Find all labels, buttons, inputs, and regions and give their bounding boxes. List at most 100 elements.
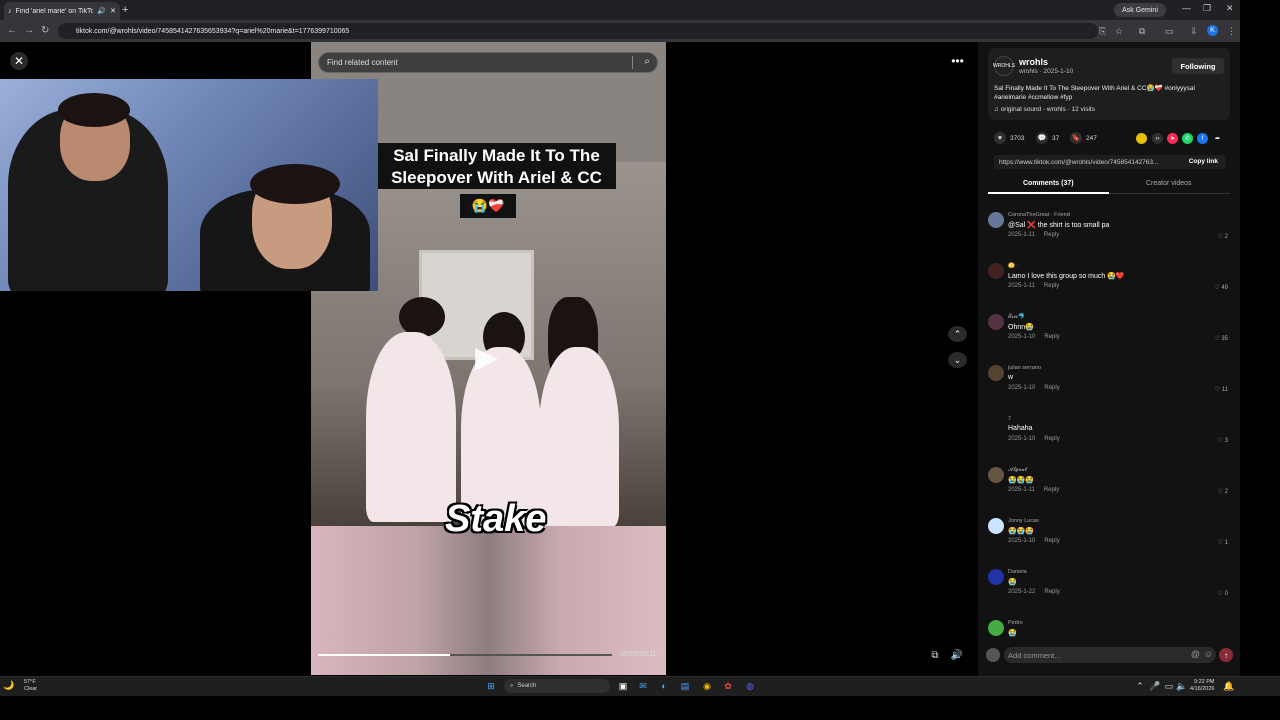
comment-avatar[interactable] xyxy=(988,212,1004,228)
search-icon[interactable]: ⌕ xyxy=(644,56,650,67)
store-icon[interactable]: ▤ xyxy=(678,679,692,693)
related-search-input[interactable]: Find related content ⌕ xyxy=(318,52,658,73)
reply-button[interactable]: Reply xyxy=(1044,436,1059,442)
discord-icon[interactable]: ◍ xyxy=(743,679,757,693)
new-tab-button[interactable]: + xyxy=(122,4,128,16)
emoji-icon[interactable]: ☺ xyxy=(1204,649,1213,659)
embed-icon[interactable]: ‹› xyxy=(1152,133,1163,144)
reply-button[interactable]: Reply xyxy=(1044,589,1059,595)
comment-like[interactable]: ♡ 49 xyxy=(1214,284,1228,291)
comment-avatar[interactable] xyxy=(988,467,1004,483)
pip-icon[interactable]: ⧉ xyxy=(928,648,942,662)
add-comment-input[interactable]: Add comment... @ ☺ xyxy=(1004,647,1216,663)
taskbar-clock[interactable]: 9:22 PM 4/16/2026 xyxy=(1190,679,1214,693)
comment-user[interactable]: 7 xyxy=(1008,416,1011,422)
minimize-icon[interactable]: — xyxy=(1182,3,1191,13)
profile-avatar[interactable]: K xyxy=(1207,25,1218,36)
comment-like[interactable]: ♡ 35 xyxy=(1214,335,1228,342)
comment-user[interactable]: Daniela xyxy=(1008,569,1027,575)
browser-tab[interactable]: ♪ Find 'ariel marie' on TikTok 🔊 ✕ xyxy=(4,2,120,20)
back-icon[interactable]: ← xyxy=(7,25,17,36)
reply-button[interactable]: Reply xyxy=(1044,334,1059,340)
comment-user[interactable]: Pedro xyxy=(1008,620,1023,626)
tab-close-icon[interactable]: ✕ xyxy=(110,7,116,15)
send-icon[interactable]: ➤ xyxy=(1167,133,1178,144)
comment-avatar[interactable] xyxy=(988,263,1004,279)
reload-icon[interactable]: ↻ xyxy=(41,25,49,36)
mail-icon[interactable]: ✉ xyxy=(636,679,650,693)
facebook-icon[interactable]: f xyxy=(1197,133,1208,144)
app-icon[interactable]: ✿ xyxy=(721,679,735,693)
video-progress-bar[interactable] xyxy=(318,654,612,656)
comment-user[interactable]: julian serrano xyxy=(1008,365,1041,371)
taskbar-search[interactable]: ⌕ Search xyxy=(504,679,610,693)
share-link-box[interactable]: https://www.tiktok.com/@wrohls/video/745… xyxy=(994,155,1226,169)
sidepanel-icon[interactable]: ▭ xyxy=(1165,26,1174,37)
sound-row[interactable]: ♫ original sound - wrohls · 12 visits xyxy=(994,106,1095,113)
restore-icon[interactable]: ❐ xyxy=(1203,3,1211,14)
next-video-button[interactable]: ⌄ xyxy=(948,352,967,368)
mention-icon[interactable]: @ xyxy=(1191,649,1200,659)
comment-like[interactable]: ♡ 1 xyxy=(1218,539,1228,546)
comment-like[interactable]: ♡ 2 xyxy=(1218,233,1228,240)
tab-audio-icon[interactable]: 🔊 xyxy=(97,7,106,15)
task-view-icon[interactable]: ▣ xyxy=(616,679,630,693)
extensions-icon[interactable]: ⧉ xyxy=(1139,26,1145,37)
share-arrow-icon[interactable]: ➦ xyxy=(1212,133,1223,144)
post-comment-button[interactable]: ↑ xyxy=(1219,648,1233,662)
weather-widget[interactable]: 57°F Clear xyxy=(24,679,37,693)
reply-button[interactable]: Reply xyxy=(1044,385,1059,391)
comment-user[interactable]: Jonny Lucas xyxy=(1008,518,1039,524)
install-icon[interactable]: ⎘ xyxy=(1099,26,1106,37)
volume-tray-icon[interactable]: 🔈 xyxy=(1175,679,1189,693)
comment-avatar[interactable] xyxy=(988,518,1004,534)
tab-creator-videos[interactable]: Creator videos xyxy=(1146,180,1192,187)
reply-button[interactable]: Reply xyxy=(1044,283,1059,289)
tab-comments[interactable]: Comments (37) xyxy=(1023,180,1074,187)
author-name[interactable]: wrohls xyxy=(1019,57,1048,67)
comment-like[interactable]: ♡ 0 xyxy=(1218,590,1228,597)
edge-icon[interactable]: ◐ xyxy=(657,679,671,693)
ask-gemini-button[interactable]: Ask Gemini xyxy=(1114,3,1166,17)
share-friends-icon[interactable] xyxy=(1136,133,1147,144)
reply-button[interactable]: Reply xyxy=(1044,232,1059,238)
comment-like[interactable]: ♡ 3 xyxy=(1218,437,1228,444)
comment-avatar[interactable] xyxy=(988,314,1004,330)
comment-user[interactable]: CoronaTheGreat · Friend xyxy=(1008,212,1070,218)
start-icon[interactable]: ⊞ xyxy=(484,679,498,693)
tray-chevron-icon[interactable]: ⌃ xyxy=(1133,679,1147,693)
forward-icon[interactable]: → xyxy=(24,25,34,36)
save-stat[interactable]: 🔖 247 xyxy=(1070,132,1097,144)
mic-icon[interactable]: 🎤 xyxy=(1148,679,1162,693)
comment-avatar[interactable] xyxy=(988,569,1004,585)
comment-avatar[interactable] xyxy=(988,620,1004,636)
comment-like[interactable]: ♡ 2 xyxy=(1218,488,1228,495)
address-bar[interactable]: tiktok.com/@wrohls/video/745854142763565… xyxy=(58,23,1098,39)
whatsapp-icon[interactable]: ✆ xyxy=(1182,133,1193,144)
comment-avatar[interactable] xyxy=(988,416,1004,432)
notification-icon[interactable]: 🔔 xyxy=(1222,679,1236,693)
comment-user[interactable]: 𝓔𝓻𝓲𝓬🐬 xyxy=(1008,314,1025,321)
comment-like[interactable]: ♡ 11 xyxy=(1215,386,1228,393)
close-window-icon[interactable]: ✕ xyxy=(1226,3,1234,14)
weather-icon[interactable]: 🌙 xyxy=(3,680,14,691)
bookmark-star-icon[interactable]: ☆ xyxy=(1115,26,1123,37)
copy-link-button[interactable]: Copy link xyxy=(1189,158,1218,165)
menu-icon[interactable]: ⋮ xyxy=(1227,26,1236,37)
like-stat[interactable]: ♥ 3703 xyxy=(994,132,1024,144)
comment-user[interactable]: 🫣 · xyxy=(1008,263,1018,269)
close-video-button[interactable]: ✕ xyxy=(10,52,28,70)
reply-button[interactable]: Reply xyxy=(1044,538,1059,544)
following-button[interactable]: Following xyxy=(1172,58,1224,74)
downloads-icon[interactable]: ⇩ xyxy=(1190,26,1198,37)
previous-video-button[interactable]: ⌃ xyxy=(948,326,967,342)
play-icon[interactable]: ▶ xyxy=(475,340,498,375)
network-icon[interactable]: ▭ xyxy=(1162,679,1176,693)
reply-button[interactable]: Reply xyxy=(1044,487,1059,493)
volume-icon[interactable]: 🔊 xyxy=(950,648,964,662)
more-options-icon[interactable]: ••• xyxy=(948,54,967,70)
comment-avatar[interactable] xyxy=(988,365,1004,381)
comment-stat[interactable]: 💬 37 xyxy=(1036,132,1059,144)
author-avatar[interactable]: WROHLS xyxy=(993,56,1015,76)
chrome-icon[interactable]: ◉ xyxy=(700,679,714,693)
